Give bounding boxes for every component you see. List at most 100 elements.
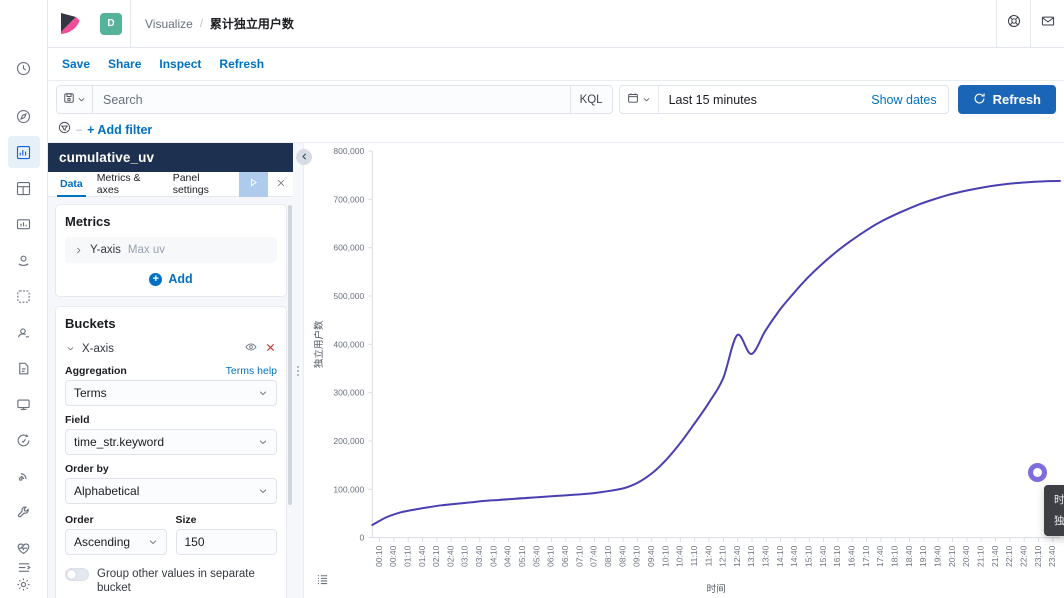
svg-text:19:40: 19:40 (932, 545, 942, 567)
saved-query-button[interactable] (56, 85, 92, 114)
order-value: Ascending (74, 535, 130, 549)
metric-row-y-axis[interactable]: Y-axis Max uv (65, 237, 277, 263)
svg-text:15:10: 15:10 (804, 545, 814, 567)
editor-scroll-region[interactable]: Metrics Y-axis Max uv + (48, 197, 293, 598)
refresh-button[interactable]: Refresh (211, 53, 272, 75)
sidebar-item-logs[interactable] (8, 352, 40, 384)
svg-text:02:40: 02:40 (445, 545, 455, 567)
show-dates-button[interactable]: Show dates (860, 86, 947, 113)
sidebar-item-infrastructure[interactable] (8, 316, 40, 348)
logs-icon (16, 361, 31, 376)
sidebar-item-siem[interactable] (8, 460, 40, 492)
query-language-button[interactable]: KQL (570, 85, 613, 114)
chevron-down-icon (258, 388, 268, 398)
calendar-icon (627, 91, 639, 109)
svg-text:0: 0 (360, 533, 365, 543)
svg-text:04:40: 04:40 (503, 545, 513, 567)
date-range-value[interactable]: Last 15 minutes (659, 86, 767, 113)
tab-data[interactable]: Data (53, 172, 90, 197)
save-disk-icon (63, 91, 75, 109)
svg-text:23:40: 23:40 (1047, 545, 1057, 567)
field-select[interactable]: time_str.keyword (65, 429, 277, 455)
editor-scrollbar[interactable] (288, 205, 292, 505)
bar-chart-icon (16, 145, 31, 160)
svg-text:13:40: 13:40 (761, 545, 771, 567)
x-axis-ticks: 00:1000:4001:1001:4002:1002:4003:1003:40… (374, 538, 1057, 567)
date-quick-menu-button[interactable] (620, 86, 659, 113)
bucket-actions (245, 341, 276, 356)
tab-metrics-axes[interactable]: Metrics & axes (90, 172, 166, 197)
breadcrumb-visualize[interactable]: Visualize (145, 17, 193, 31)
svg-text:700,000: 700,000 (333, 194, 364, 204)
apply-changes-button[interactable] (239, 172, 268, 197)
chart-panel: 800,000 700,000 600,000 500,000 400,000 … (303, 143, 1064, 598)
refresh-query-button[interactable]: Refresh (958, 85, 1056, 114)
order-select[interactable]: Ascending (65, 529, 167, 555)
save-button[interactable]: Save (54, 53, 98, 75)
group-other-values-toggle[interactable] (65, 568, 89, 581)
svg-text:17:40: 17:40 (875, 545, 885, 567)
size-input[interactable]: 150 (176, 529, 278, 555)
y-axis-title: 独立用户数 (313, 320, 325, 368)
svg-text:100,000: 100,000 (333, 484, 364, 494)
help-button[interactable] (996, 0, 1030, 47)
sidebar-item-recently-viewed[interactable] (8, 52, 40, 84)
group-other-values-row[interactable]: Group other values in separate bucket (65, 567, 277, 595)
chart-area[interactable]: 800,000 700,000 600,000 500,000 400,000 … (304, 143, 1064, 598)
order-by-label: Order by (65, 463, 277, 475)
svg-text:22:10: 22:10 (1004, 545, 1014, 567)
hover-point-marker (1028, 463, 1047, 482)
sidebar-item-uptime[interactable] (8, 424, 40, 456)
kibana-logo-button[interactable] (48, 0, 92, 47)
share-button[interactable]: Share (100, 53, 149, 75)
eye-icon (245, 341, 257, 356)
main-region: D Visualize / 累计独立用户数 (48, 0, 1064, 598)
close-editor-button[interactable] (268, 172, 293, 197)
order-by-select[interactable]: Alphabetical (65, 478, 277, 504)
add-metric-button[interactable]: + Add (65, 263, 277, 288)
svg-text:23:10: 23:10 (1033, 545, 1043, 567)
presentation-icon (16, 217, 31, 232)
order-size-row: Order Ascending (65, 512, 277, 563)
terms-help-link[interactable]: Terms help (226, 365, 277, 377)
sidebar-item-machine-learning[interactable] (8, 280, 40, 312)
svg-text:800,000: 800,000 (333, 146, 364, 156)
sidebar-item-dev-tools[interactable] (8, 496, 40, 528)
svg-text:04:10: 04:10 (488, 545, 498, 567)
toggle-legend-button[interactable] (314, 574, 330, 590)
aggregation-select[interactable]: Terms (65, 380, 277, 406)
close-icon (276, 175, 286, 193)
filter-options-button[interactable] (58, 121, 71, 139)
sidebar-item-maps[interactable] (8, 244, 40, 276)
add-filter-button[interactable]: + Add filter (87, 123, 152, 137)
collapse-nav-icon (17, 560, 32, 580)
primary-navigation (0, 0, 48, 598)
sidebar-item-discover[interactable] (8, 100, 40, 132)
toggle-bucket-visibility-button[interactable] (245, 341, 257, 356)
panel-resize-handle[interactable] (293, 143, 303, 598)
bucket-header-x-axis[interactable]: X-axis (65, 339, 277, 363)
collapse-nav-button[interactable] (0, 560, 48, 580)
cross-icon (265, 342, 276, 356)
chevron-down-icon (66, 344, 75, 353)
svg-text:14:40: 14:40 (789, 545, 799, 567)
buckets-title: Buckets (65, 316, 277, 331)
inspect-button[interactable]: Inspect (151, 53, 209, 75)
tab-panel-settings[interactable]: Panel settings (166, 172, 239, 197)
mail-button[interactable] (1030, 0, 1064, 47)
sidebar-item-canvas[interactable] (8, 208, 40, 240)
siem-icon (16, 469, 31, 484)
query-bar: Search KQL (48, 81, 1064, 118)
sidebar-item-visualize[interactable] (8, 136, 40, 168)
space-switcher[interactable]: D (92, 0, 131, 47)
order-group: Order Ascending (65, 512, 167, 563)
sidebar-item-dashboard[interactable] (8, 172, 40, 204)
sidebar-item-apm[interactable] (8, 388, 40, 420)
remove-bucket-button[interactable] (265, 342, 276, 356)
filter-dash: – (76, 124, 82, 136)
search-input[interactable]: Search (92, 85, 570, 114)
mail-icon (1041, 14, 1055, 33)
metric-axis-label: Y-axis (90, 244, 121, 256)
collapse-editor-button[interactable] (296, 149, 312, 165)
chevron-right-icon (74, 246, 83, 255)
